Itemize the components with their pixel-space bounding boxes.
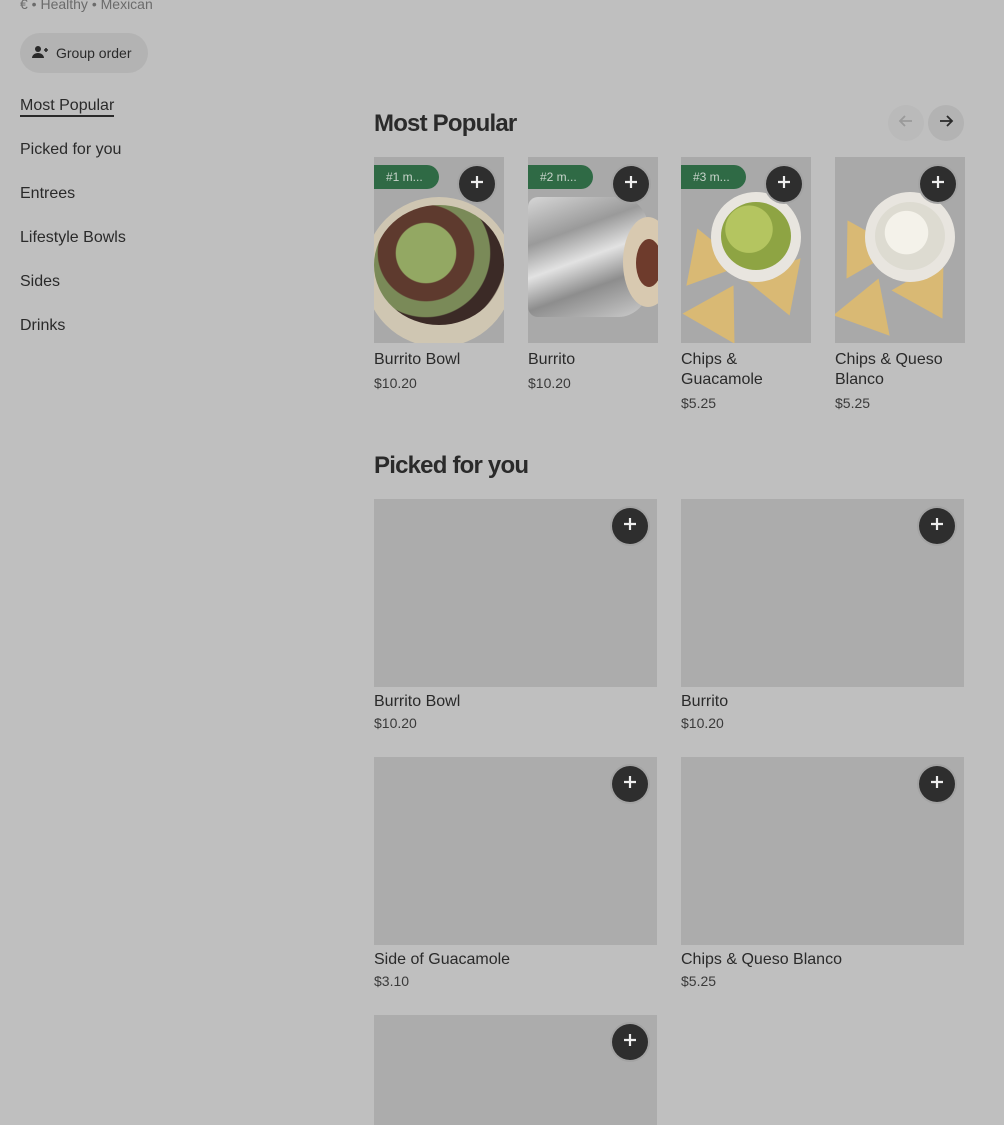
- sidebar-item-label: Most Popular: [20, 97, 115, 117]
- group-order-label: Group order: [56, 45, 132, 61]
- plus-icon: [623, 1033, 637, 1052]
- sidebar-item-sides[interactable]: Sides: [20, 272, 126, 316]
- add-to-cart-button[interactable]: [612, 766, 648, 802]
- picked-item-card[interactable]: Burrito $10.20: [681, 499, 964, 731]
- group-order-button[interactable]: Group order: [20, 33, 149, 73]
- sidebar-item-label: Sides: [20, 273, 61, 290]
- popular-item-card[interactable]: Chips & Queso Blanco $5.25: [835, 157, 965, 411]
- popular-item-card[interactable]: #1 m... Burrito Bowl $10.20: [374, 157, 504, 391]
- person-plus-icon: [32, 44, 48, 63]
- item-price: $10.20: [681, 715, 724, 731]
- burrito-image: #2 m...: [528, 157, 658, 343]
- category-sidebar: Most Popular Picked for you Entrees Life…: [20, 96, 126, 360]
- add-to-cart-button[interactable]: [613, 166, 649, 202]
- add-to-cart-button[interactable]: [612, 1024, 648, 1060]
- rank-badge: #1 m...: [374, 165, 439, 189]
- popular-item-card[interactable]: #2 m... Burrito $10.20: [528, 157, 658, 391]
- add-to-cart-button[interactable]: [766, 166, 802, 202]
- plus-icon: [777, 175, 791, 194]
- most-popular-title: Most Popular: [374, 110, 517, 137]
- item-price: $10.20: [374, 715, 417, 731]
- sidebar-item-entrees[interactable]: Entrees: [20, 184, 126, 228]
- popular-item-card[interactable]: #3 m... Chips & Guacamole $5.25: [681, 157, 811, 411]
- carousel-prev-button[interactable]: [888, 105, 924, 141]
- sidebar-item-drinks[interactable]: Drinks: [20, 316, 126, 360]
- sidebar-item-label: Picked for you: [20, 141, 122, 158]
- item-price: $10.20: [528, 375, 571, 391]
- item-name: Burrito: [528, 351, 576, 368]
- item-image-placeholder: [374, 757, 657, 945]
- sidebar-item-most-popular[interactable]: Most Popular: [20, 96, 126, 140]
- picked-item-card[interactable]: Chips & Queso Blanco $5.25: [681, 757, 964, 989]
- picked-item-card[interactable]: Burrito Bowl $10.20: [374, 499, 657, 731]
- add-to-cart-button[interactable]: [919, 766, 955, 802]
- arrow-right-icon: [938, 113, 954, 134]
- item-image-placeholder: [681, 499, 964, 687]
- sidebar-item-label: Entrees: [20, 185, 76, 202]
- item-price: $5.25: [681, 973, 717, 989]
- item-price: $5.25: [681, 395, 717, 411]
- item-name: Burrito Bowl: [374, 693, 461, 710]
- item-price: $5.25: [835, 395, 871, 411]
- picked-item-card[interactable]: [374, 1015, 657, 1125]
- add-to-cart-button[interactable]: [920, 166, 956, 202]
- carousel-next-button[interactable]: [928, 105, 964, 141]
- item-image-placeholder: [374, 499, 657, 687]
- item-name: Side of Guacamole: [374, 951, 511, 968]
- item-price: $10.20: [374, 375, 417, 391]
- rank-badge: #2 m...: [528, 165, 593, 189]
- sidebar-item-label: Drinks: [20, 317, 66, 334]
- sidebar-item-label: Lifestyle Bowls: [20, 229, 126, 246]
- item-name: Burrito: [681, 693, 729, 710]
- item-name: Chips & Queso Blanco: [681, 951, 842, 968]
- burrito-bowl-image: #1 m...: [374, 157, 504, 343]
- add-to-cart-button[interactable]: [919, 508, 955, 544]
- picked-item-card[interactable]: Side of Guacamole $3.10: [374, 757, 657, 989]
- chips-queso-image: [835, 157, 965, 343]
- plus-icon: [930, 775, 944, 794]
- plus-icon: [624, 175, 638, 194]
- chips-guacamole-image: #3 m...: [681, 157, 811, 343]
- item-image-placeholder: [374, 1015, 657, 1125]
- sidebar-item-lifestyle-bowls[interactable]: Lifestyle Bowls: [20, 228, 126, 272]
- item-name: Burrito Bowl: [374, 351, 461, 368]
- arrow-left-icon: [898, 113, 914, 134]
- plus-icon: [623, 775, 637, 794]
- plus-icon: [470, 175, 484, 194]
- rank-badge: #3 m...: [681, 165, 746, 189]
- add-to-cart-button[interactable]: [459, 166, 495, 202]
- plus-icon: [623, 517, 637, 536]
- add-to-cart-button[interactable]: [612, 508, 648, 544]
- item-image-placeholder: [681, 757, 964, 945]
- picked-for-you-title: Picked for you: [374, 452, 529, 479]
- item-price: $3.10: [374, 973, 410, 989]
- plus-icon: [930, 517, 944, 536]
- item-name: Chips & Guacamole: [681, 351, 763, 388]
- plus-icon: [931, 175, 945, 194]
- item-name: Chips & Queso Blanco: [835, 351, 943, 388]
- store-meta: € • Healthy • Mexican: [20, 0, 153, 12]
- sidebar-item-picked-for-you[interactable]: Picked for you: [20, 140, 126, 184]
